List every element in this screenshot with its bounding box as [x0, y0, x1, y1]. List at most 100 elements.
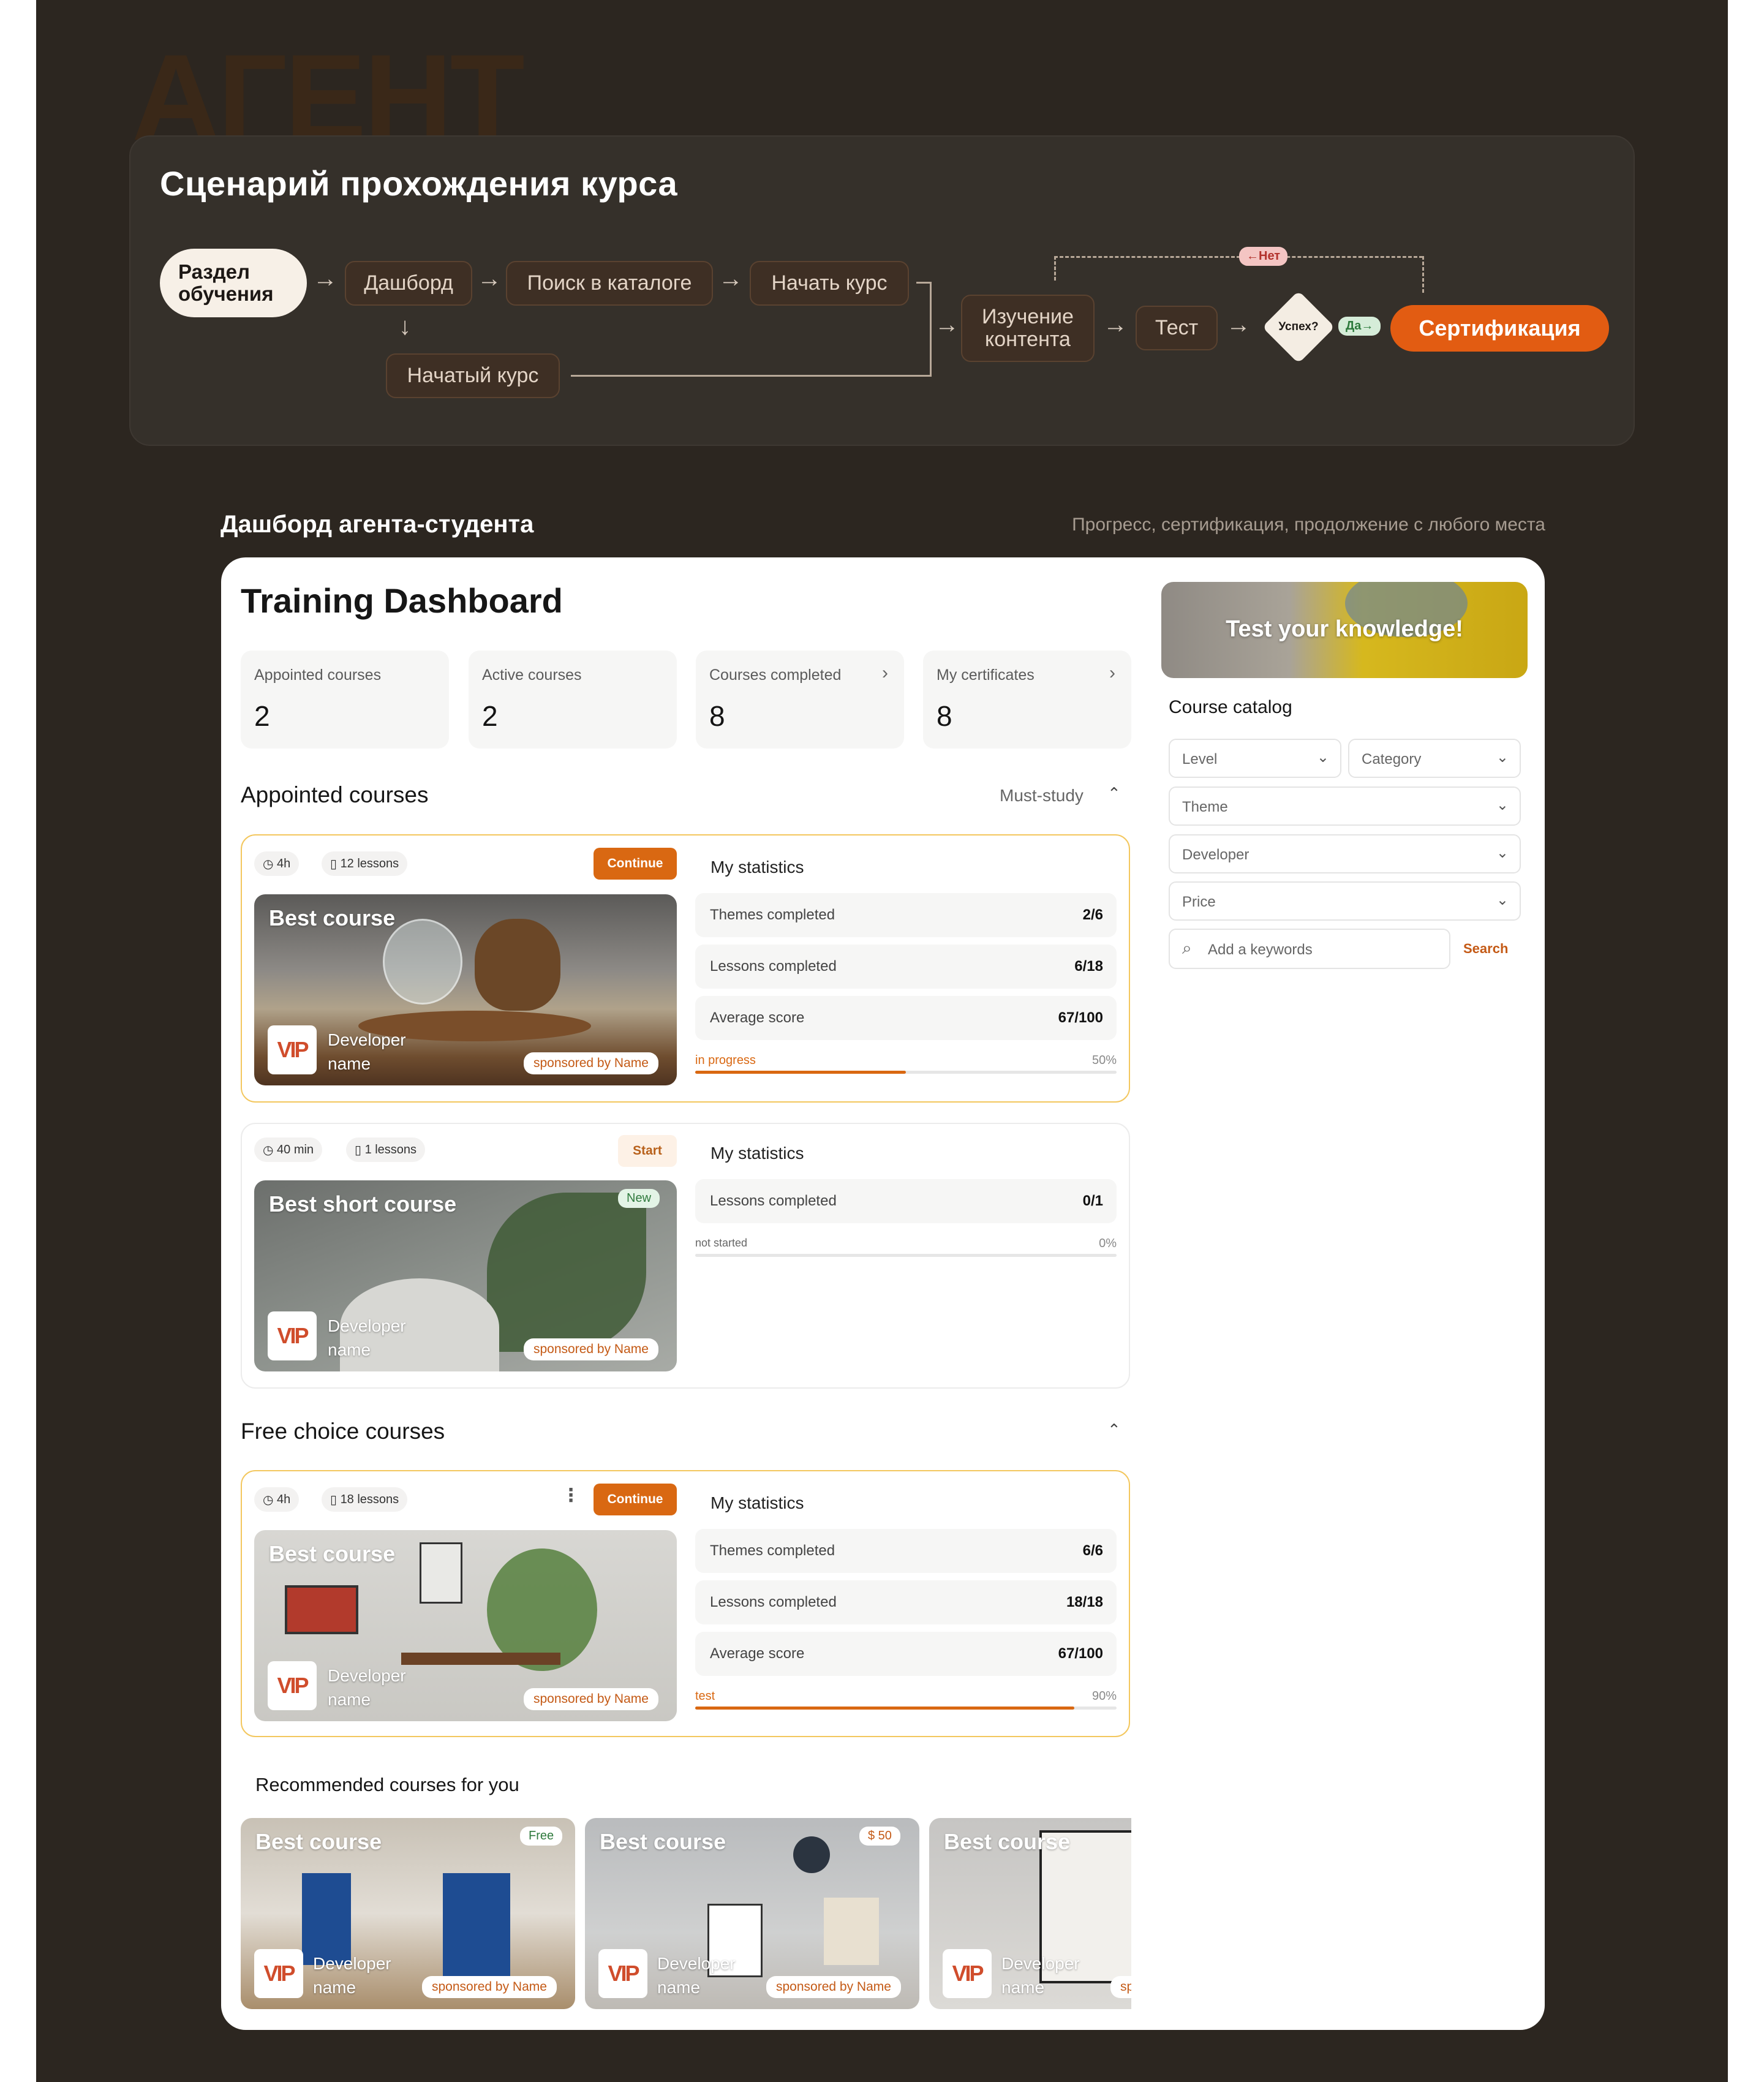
chevron-down-icon: ⌄: [1496, 892, 1509, 908]
stat-row-label: Lessons completed: [710, 1193, 837, 1209]
branch-no-label: Нет: [1259, 249, 1281, 263]
theme-select[interactable]: Theme ⌄: [1169, 786, 1521, 826]
test-knowledge-banner[interactable]: Test your knowledge!: [1161, 582, 1528, 678]
duration-chip: ◷ 4h: [254, 851, 300, 876]
branch-yes-label: Да: [1346, 319, 1362, 333]
stat-row-value: 6/6: [1082, 1542, 1103, 1559]
stat-row-label: Lessons completed: [710, 958, 837, 975]
recommended-card[interactable]: Best course $ 50 VIP Developer name spon…: [585, 1818, 919, 2009]
stat-row-label: Average score: [710, 1009, 805, 1026]
flow-node-start-course: Начать курс: [750, 261, 909, 306]
recommended-carousel: Best course Free VIP Developer name spon…: [241, 1818, 1131, 2009]
developer-logo: VIP: [268, 1661, 317, 1710]
developer-name: Developer name: [328, 1030, 406, 1074]
more-options-icon[interactable]: ⋮: [562, 1485, 580, 1506]
developer-name: Developer name: [328, 1666, 406, 1710]
stat-value: 2: [482, 700, 498, 732]
start-button[interactable]: Start: [618, 1135, 677, 1167]
chevron-right-icon: ›: [882, 663, 888, 683]
must-study-filter[interactable]: Must-study: [1000, 786, 1084, 805]
developer-logo: VIP: [268, 1311, 317, 1360]
arrow-right-icon: →: [1226, 311, 1251, 338]
connector: [571, 375, 932, 377]
search-button[interactable]: Search: [1463, 941, 1508, 957]
arrow-left-icon: ←: [1246, 249, 1259, 263]
recommended-card[interactable]: Best course VIP Developer name sp: [929, 1818, 1131, 2009]
price-select[interactable]: Price ⌄: [1169, 881, 1521, 921]
arrow-right-icon: →: [1103, 311, 1128, 338]
flow-node-start: Раздел обучения: [160, 249, 307, 317]
stat-card-completed[interactable]: Courses completed › 8: [696, 651, 904, 749]
arrow-right-icon: →: [1361, 319, 1374, 333]
keywords-input[interactable]: ⌕ Add a keywords: [1169, 929, 1450, 969]
dashboard-title: Training Dashboard: [241, 581, 563, 620]
flow-node-certification: Сертификация: [1390, 305, 1609, 352]
book-icon: ▯: [330, 1493, 341, 1507]
stat-row-value: 67/100: [1058, 1645, 1103, 1662]
chevron-up-icon[interactable]: ⌃: [1107, 1420, 1121, 1439]
category-select[interactable]: Category ⌄: [1348, 739, 1521, 778]
picture-frame-shape: [420, 1542, 462, 1604]
stat-row: Average score 67/100: [695, 1632, 1117, 1676]
stat-label: Active courses: [482, 666, 582, 684]
arrow-right-icon: →: [313, 265, 337, 292]
developer-select[interactable]: Developer ⌄: [1169, 834, 1521, 873]
continue-button[interactable]: Continue: [594, 1484, 677, 1515]
stat-row-label: Lessons completed: [710, 1594, 837, 1610]
stat-row-label: Average score: [710, 1645, 805, 1662]
developer-logo: VIP: [598, 1949, 647, 1998]
stat-label: My certificates: [937, 666, 1035, 684]
keywords-placeholder: Add a keywords: [1208, 941, 1313, 958]
pinecone-shape: [475, 919, 560, 1011]
stat-label: Appointed courses: [254, 666, 382, 684]
developer-logo: VIP: [943, 1949, 992, 1998]
stat-row-value: 2/6: [1082, 907, 1103, 923]
progress-status: in progress: [695, 1054, 756, 1067]
course-title: Best course: [600, 1829, 726, 1854]
stat-card-active: Active courses 2: [469, 651, 677, 749]
chevron-up-icon[interactable]: ⌃: [1107, 784, 1121, 803]
stat-row-label: Themes completed: [710, 907, 835, 923]
developer-name: Developer name: [313, 1954, 391, 1997]
stat-card-appointed: Appointed courses 2: [241, 651, 449, 749]
progress-percent: 0%: [1099, 1237, 1117, 1250]
continue-button[interactable]: Continue: [594, 848, 677, 880]
recommended-card[interactable]: Best course Free VIP Developer name spon…: [241, 1818, 575, 2009]
flow-node-catalog-search: Поиск в каталоге: [506, 261, 713, 306]
progress-percent: 90%: [1091, 1689, 1117, 1703]
arrow-right-icon: →: [718, 265, 743, 292]
stat-row: Themes completed 2/6: [695, 893, 1117, 937]
terrarium-shape: [383, 919, 462, 1005]
course-title: Best short course: [269, 1191, 457, 1216]
free-courses-heading: Free choice courses: [241, 1419, 445, 1444]
flow-node-study-content: Изучение контента: [961, 295, 1095, 362]
connector: [916, 282, 931, 284]
course-image[interactable]: Best short course New VIP Developer name…: [254, 1180, 677, 1371]
level-select[interactable]: Level ⌄: [1169, 739, 1341, 778]
arrow-down-icon: ↓: [399, 313, 411, 340]
book-icon: ▯: [330, 857, 341, 871]
free-badge: Free: [520, 1827, 563, 1846]
picture-frame-shape: [285, 1585, 358, 1634]
progress-bar: [695, 1071, 1117, 1074]
course-card: ◷ 40 min ▯ 1 lessons Start Best short co…: [241, 1123, 1130, 1389]
course-image[interactable]: Best course VIP Developer name sponsored…: [254, 1530, 677, 1721]
course-image[interactable]: Best course VIP Developer name sponsored…: [254, 894, 677, 1085]
progress-fill: [695, 1707, 1075, 1710]
shelf-shape: [401, 1653, 560, 1665]
lessons-chip: ▯ 12 lessons: [322, 851, 408, 876]
arrow-right-icon: →: [935, 311, 959, 338]
duration-chip: ◷ 4h: [254, 1487, 300, 1512]
chevron-down-icon: ⌄: [1496, 749, 1509, 766]
stat-value: 8: [709, 700, 725, 732]
branch-yes-tag: Да→: [1338, 317, 1381, 336]
select-label: Category: [1362, 751, 1422, 768]
appointed-courses-heading: Appointed courses: [241, 782, 429, 807]
new-badge: New: [618, 1189, 660, 1208]
clock-icon: ◷: [263, 1143, 277, 1157]
course-card: ◷ 4h ▯ 18 lessons ⋮ Continue Best course…: [241, 1470, 1130, 1737]
stat-value: 8: [937, 700, 952, 732]
select-label: Theme: [1182, 799, 1228, 815]
stat-card-certificates[interactable]: My certificates › 8: [923, 651, 1131, 749]
stat-row-value: 67/100: [1058, 1009, 1103, 1026]
